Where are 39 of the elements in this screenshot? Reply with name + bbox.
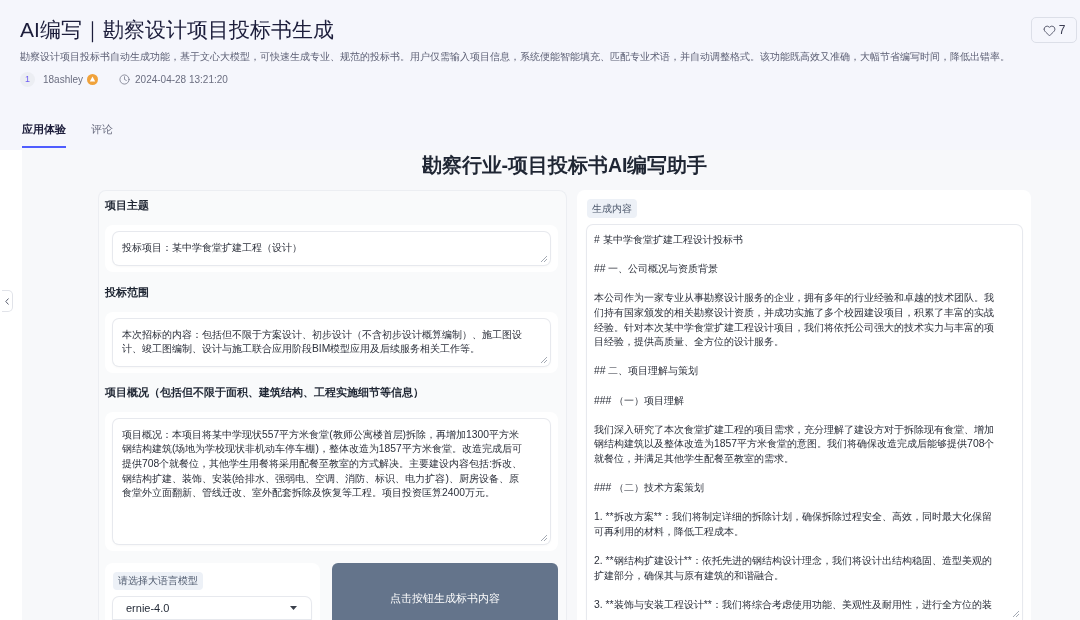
field-label: 项目主题 <box>105 198 150 213</box>
tab[interactable]: 评论 <box>91 112 113 148</box>
resize-grip-icon <box>540 254 547 262</box>
output-paragraph: ## 二、项目理解与策划 <box>594 364 700 379</box>
output-paragraph: 3. **装饰与安装工程设计**：我们将综合考虑使用功能、美观性及耐用性，进行全方位的装 <box>594 597 993 612</box>
output-paragraph: ### （二）技术方案策划 <box>594 481 706 496</box>
input-textarea[interactable]: 本次招标的内容：包括但不限于方案设计、初步设计（不含初步设计概算编制）、施工图设计、竣工图编制、设计与施工联合应用阶段BIM模型应用及后续服务相关工作等。 <box>113 318 550 366</box>
generate-button[interactable]: 点击按钮生成标书内容 <box>332 562 558 620</box>
output-paragraph: ### （一）项目理解 <box>594 393 686 408</box>
output-paragraph: 我们深入研究了本次食堂扩建工程的项目需求，充分理解了建设方对于拆除现有食堂、增加钢结构建筑以及整体改造为1857平方米食堂的意图。我们将确保改造完成后能够提供708个就餐位，并满足其他学生配餐至教室的需求。 <box>594 422 996 466</box>
heart-icon <box>1042 23 1056 37</box>
output-label: 生成内容 <box>587 199 637 218</box>
output-paragraph: 本公司作为一家专业从事勘察设计服务的企业，拥有多年的行业经验和卓越的技术团队。我们持有国家颁发的相关勘察设计资质，并成功实施了多个校园建设项目，积累了丰富的实战经验。针对本次某中学食堂扩建工程设计项目，我们将依托公司强大的技术实力与丰富的项目经验，提供高质量、全方位的设计服务。 <box>594 291 995 350</box>
collapse-handle[interactable] <box>2 290 13 312</box>
select-label: 请选择大语言模型 <box>113 571 203 590</box>
clock-icon <box>119 73 131 85</box>
avatar: 1 <box>20 71 35 87</box>
output-paragraph: 1. **拆改方案**：我们将制定详细的拆除计划，确保拆除过程安全、高效，同时最大化保留可再利用的材料，降低工程成本。 <box>594 510 993 539</box>
caret-down-icon <box>290 605 297 610</box>
tab[interactable]: 应用体验 <box>22 112 66 148</box>
input-textarea[interactable]: 项目概况：本项目将某中学现状557平方米食堂(教师公寓楼首层)拆除，再增加1300平方米钢结构建筑(场地为学校现状非机动车停车棚)，整体改造为1857平方米食堂。改造完成后可提供708个就餐位，其他学生用餐将采用配餐至教室的方式解决。主要建设内容包括:拆改、钢结构扩建、装饰、安装(给排水、强弱电、空调、消防、标识、电力扩容)、厨房设备、原食堂外立面翻新、管线迁改、室外配套拆除及恢复等工程。项目投资匡算2400万元。 <box>113 418 550 544</box>
page-description: 勘察设计项目投标书自动生成功能，基于文心大模型，可快速生成专业、规范的投标书。用户仅需输入项目信息，系统便能智能填充、匹配专业术语，并自动调整格式。该功能既高效又准确，大幅节省编写时间，降低出错率。 <box>20 50 1011 64</box>
page-title: AI编写｜勘察设计项目投标书生成 <box>20 17 334 44</box>
like-button[interactable]: 7 <box>1031 17 1077 43</box>
timestamp: 2024-04-28 13:21:20 <box>135 73 228 85</box>
resize-grip-icon <box>540 533 547 541</box>
resize-grip-icon <box>1012 610 1019 617</box>
resize-grip-icon <box>540 355 547 363</box>
author-name: 18ashley <box>43 73 84 85</box>
field-label: 项目概况（包括但不限于面积、建筑结构、工程实施细节等信息） <box>105 384 425 400</box>
chevron-left-icon <box>5 297 9 305</box>
output-paragraph: # 某中学食堂扩建工程设计投标书 <box>594 233 744 247</box>
output-paragraph: 2. **钢结构扩建设计**：依托先进的钢结构设计理念，我们将设计出结构稳固、造型美观的扩建部分，确保其与原有建筑的和谐融合。 <box>594 554 993 583</box>
input-textarea[interactable]: 投标项目：某中学食堂扩建工程（设计） <box>113 232 550 265</box>
model-select[interactable]: ernie-4.0 <box>113 596 311 619</box>
output-paragraph: ## 一、公司概况与资质背景 <box>594 262 720 277</box>
app-title: 勘察行业-项目投标书AI编写助手 <box>420 153 709 177</box>
field-label: 投标范围 <box>105 284 150 300</box>
triangle-badge-icon <box>87 73 99 85</box>
